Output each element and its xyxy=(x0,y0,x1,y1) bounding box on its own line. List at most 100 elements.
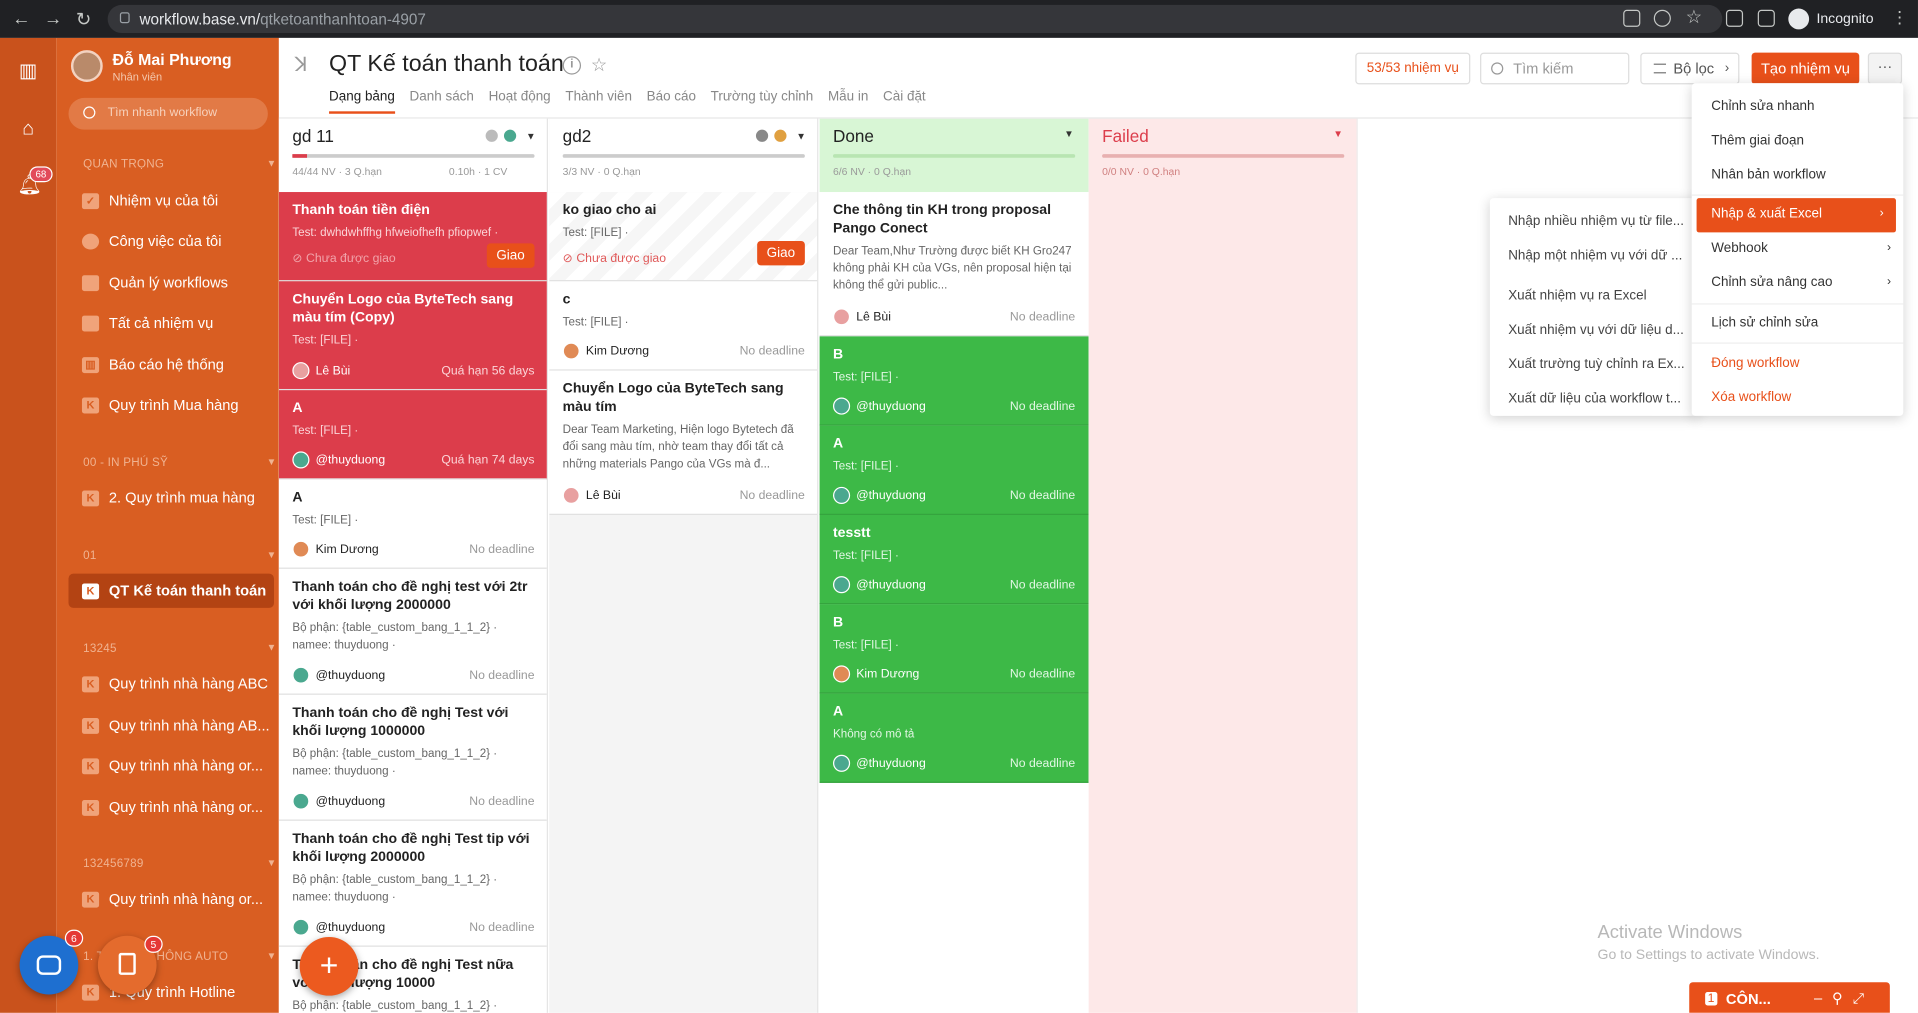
menu-export-tasks[interactable]: Xuất nhiệm vụ ra Excel xyxy=(1508,289,1685,304)
task-card[interactable]: Chuyển Logo của ByteTech sang màu tím (C… xyxy=(278,281,547,391)
section-13245[interactable]: 13245 ▼ xyxy=(83,642,276,655)
tab-settings[interactable]: Cài đặt xyxy=(883,89,926,113)
sidebar-item-abc-1[interactable]: K Quy trình nhà hàng ABC xyxy=(68,667,273,701)
sidebar-item-or-3[interactable]: K Quy trình nhà hàng or... xyxy=(68,882,273,916)
task-card[interactable]: A Test: [FILE] · @thuyduong No deadline xyxy=(819,425,1089,515)
bookmark-star-icon[interactable]: ☆ xyxy=(1686,6,1702,28)
task-card[interactable]: ko giao cho ai Test: [FILE] · ⊘ Chưa đượ… xyxy=(549,192,818,282)
more-button[interactable]: ··· xyxy=(1867,52,1903,85)
tab-activity[interactable]: Hoạt động xyxy=(489,89,551,113)
member-avatar[interactable] xyxy=(773,128,788,144)
tracking-icon[interactable] xyxy=(1653,9,1671,27)
forward-icon[interactable]: → xyxy=(44,9,62,30)
lock-icon xyxy=(119,12,130,24)
menu-duplicate[interactable]: Nhân bản workflow xyxy=(1692,159,1904,193)
back-icon[interactable]: ← xyxy=(12,9,30,30)
user-profile[interactable]: Đỗ Mai Phương Nhân viên xyxy=(70,50,232,83)
create-task-button[interactable]: Tạo nhiệm vụ xyxy=(1751,52,1860,85)
search-input[interactable]: Tìm kiếm xyxy=(1480,52,1630,85)
sidebar-item-system-report[interactable]: ▥ Báo cáo hệ thống xyxy=(68,347,273,381)
task-card[interactable]: Thanh toán cho đề nghị Test với khối lượ… xyxy=(278,695,547,821)
chevron-down-icon[interactable]: ▼ xyxy=(1333,128,1343,139)
member-avatar[interactable] xyxy=(502,128,518,144)
tab-reports[interactable]: Báo cáo xyxy=(647,89,696,113)
clock-icon xyxy=(81,233,100,249)
chat-controls[interactable]: –⚲⤢ xyxy=(1814,990,1874,1008)
chat-bar[interactable]: 1 CÔN... –⚲⤢ xyxy=(1689,982,1890,1013)
sidebar-item-my-tasks[interactable]: ✓ Nhiệm vụ của tôi xyxy=(68,183,273,217)
section-important[interactable]: QUAN TRỌNG ▼ xyxy=(83,158,276,171)
menu-quick-edit[interactable]: Chỉnh sửa nhanh xyxy=(1692,91,1904,125)
menu-export-workflow-data[interactable]: Xuất dữ liệu của workflow t... xyxy=(1508,391,1685,406)
reload-icon[interactable]: ↻ xyxy=(76,9,91,31)
sidebar-item-manage-workflows[interactable]: Quản lý workflows xyxy=(68,265,273,299)
task-count-button[interactable]: 53/53 nhiệm vụ xyxy=(1355,52,1471,85)
menu-advanced-edit[interactable]: Chỉnh sửa nâng cao › xyxy=(1692,267,1904,301)
side-panel-icon[interactable] xyxy=(1757,9,1775,27)
chevron-down-icon[interactable]: ▼ xyxy=(796,130,806,141)
progress-bar xyxy=(562,154,805,158)
assign-button[interactable]: Giao xyxy=(486,243,535,268)
sidebar-item-purchase[interactable]: K Quy trình Mua hàng xyxy=(68,388,273,422)
task-card[interactable]: Thanh toán cho đề nghị test với 2tr với … xyxy=(278,569,547,695)
sidebar-item-or-1[interactable]: K Quy trình nhà hàng or... xyxy=(68,749,273,783)
chevron-down-icon[interactable]: ▼ xyxy=(1064,128,1074,139)
task-card[interactable]: Che thông tin KH trong proposal Pango Co… xyxy=(819,192,1089,337)
task-card[interactable]: Thanh toán cho đề nghị Test tip với khối… xyxy=(278,821,547,947)
section-in-phu-sy[interactable]: 00 - IN PHÚ SỸ ▼ xyxy=(83,456,276,469)
sidebar-item-accounting[interactable]: K QT Kế toán thanh toán xyxy=(68,573,274,608)
avatar xyxy=(292,918,310,936)
sidebar-item-hotline[interactable]: K 1. Quy trình Hotline xyxy=(68,975,273,1009)
menu-webhook[interactable]: Webhook › xyxy=(1692,232,1904,266)
menu-export-custom-fields[interactable]: Xuất trường tuỳ chỉnh ra Ex... xyxy=(1508,357,1685,372)
menu-excel[interactable]: Nhập & xuất Excel › xyxy=(1696,198,1896,233)
tab-members[interactable]: Thành viên xyxy=(565,89,632,113)
section-132456789[interactable]: 132456789 ▼ xyxy=(83,857,276,870)
menu-add-stage[interactable]: Thêm giai đoạn xyxy=(1692,125,1904,159)
menu-import-many[interactable]: Nhập nhiều nhiệm vụ từ file... xyxy=(1508,214,1685,229)
sidebar-item-abc-2[interactable]: K Quy trình nhà hàng AB... xyxy=(68,708,273,742)
menu-history[interactable]: Lịch sử chỉnh sửa xyxy=(1692,307,1904,341)
task-card[interactable]: B Test: [FILE] · @thuyduong No deadline xyxy=(819,336,1089,426)
menu-export-tasks-data[interactable]: Xuất nhiệm vụ với dữ liệu d... xyxy=(1508,323,1685,338)
member-avatar[interactable] xyxy=(754,128,770,144)
filter-button[interactable]: Bộ lọc › xyxy=(1640,52,1740,85)
task-card[interactable]: A Không có mô tả @thuyduong No deadline xyxy=(819,693,1089,783)
sidebar-item-all-tasks[interactable]: Tất cả nhiệm vụ xyxy=(68,306,273,340)
task-card[interactable]: B Test: [FILE] · Kim Dương No deadline xyxy=(819,604,1089,694)
sidebar-item-my-work[interactable]: Công việc của tôi xyxy=(68,224,273,258)
apps-icon[interactable]: ▥ xyxy=(17,62,39,82)
chevron-down-icon[interactable]: ▼ xyxy=(526,130,536,141)
member-avatar[interactable] xyxy=(484,128,500,144)
tab-board[interactable]: Dạng bảng xyxy=(329,89,395,114)
assign-button[interactable]: Giao xyxy=(756,240,805,266)
chevron-right-icon: › xyxy=(1724,61,1730,76)
card-assignee: @thuyduong xyxy=(856,488,926,503)
browser-menu-icon[interactable]: ⋮ xyxy=(1891,7,1908,28)
star-icon[interactable]: ☆ xyxy=(591,54,607,76)
info-icon[interactable]: i xyxy=(562,56,582,75)
workflow-search-input[interactable]: Tìm nhanh workflow xyxy=(68,97,268,130)
task-card[interactable]: Thanh toán tiền điện Test: dwhdwhffhg hf… xyxy=(278,192,547,282)
translate-icon[interactable] xyxy=(1623,9,1641,27)
tab-print-templates[interactable]: Mẫu in xyxy=(828,89,868,113)
address-bar[interactable]: workflow.base.vn/qtketoanthanhtoan-4907 xyxy=(107,4,1723,34)
task-card[interactable]: tesstt Test: [FILE] · @thuyduong No dead… xyxy=(819,514,1089,605)
menu-delete-workflow[interactable]: Xóa workflow xyxy=(1692,382,1904,416)
task-card[interactable]: c Test: [FILE] · Kim Dương No deadline xyxy=(549,281,818,371)
menu-import-one[interactable]: Nhập một nhiệm vụ với dữ ... xyxy=(1508,248,1685,263)
section-01[interactable]: 01 ▼ xyxy=(83,549,276,562)
home-icon[interactable]: ⌂ xyxy=(17,119,39,140)
task-card[interactable]: A Test: [FILE] · @thuyduong Quá hạn 74 d… xyxy=(278,390,547,480)
tab-list[interactable]: Danh sách xyxy=(410,89,474,113)
avatar xyxy=(832,486,851,504)
incognito-indicator[interactable]: Incognito xyxy=(1788,8,1874,30)
sidebar-item-purchase-2[interactable]: K 2. Quy trình mua hàng xyxy=(68,481,273,515)
media-icon[interactable] xyxy=(1725,9,1744,27)
tab-custom-fields[interactable]: Trường tùy chỉnh xyxy=(711,89,814,113)
task-card[interactable]: A Test: [FILE] · Kim Dương No deadline xyxy=(278,479,547,569)
menu-close-workflow[interactable]: Đóng workflow xyxy=(1692,347,1904,381)
task-card[interactable]: Chuyển Logo của ByteTech sang màu tím De… xyxy=(549,370,818,515)
sidebar-item-or-2[interactable]: K Quy trình nhà hàng or... xyxy=(68,790,273,824)
add-task-fab[interactable]: + xyxy=(299,936,359,996)
